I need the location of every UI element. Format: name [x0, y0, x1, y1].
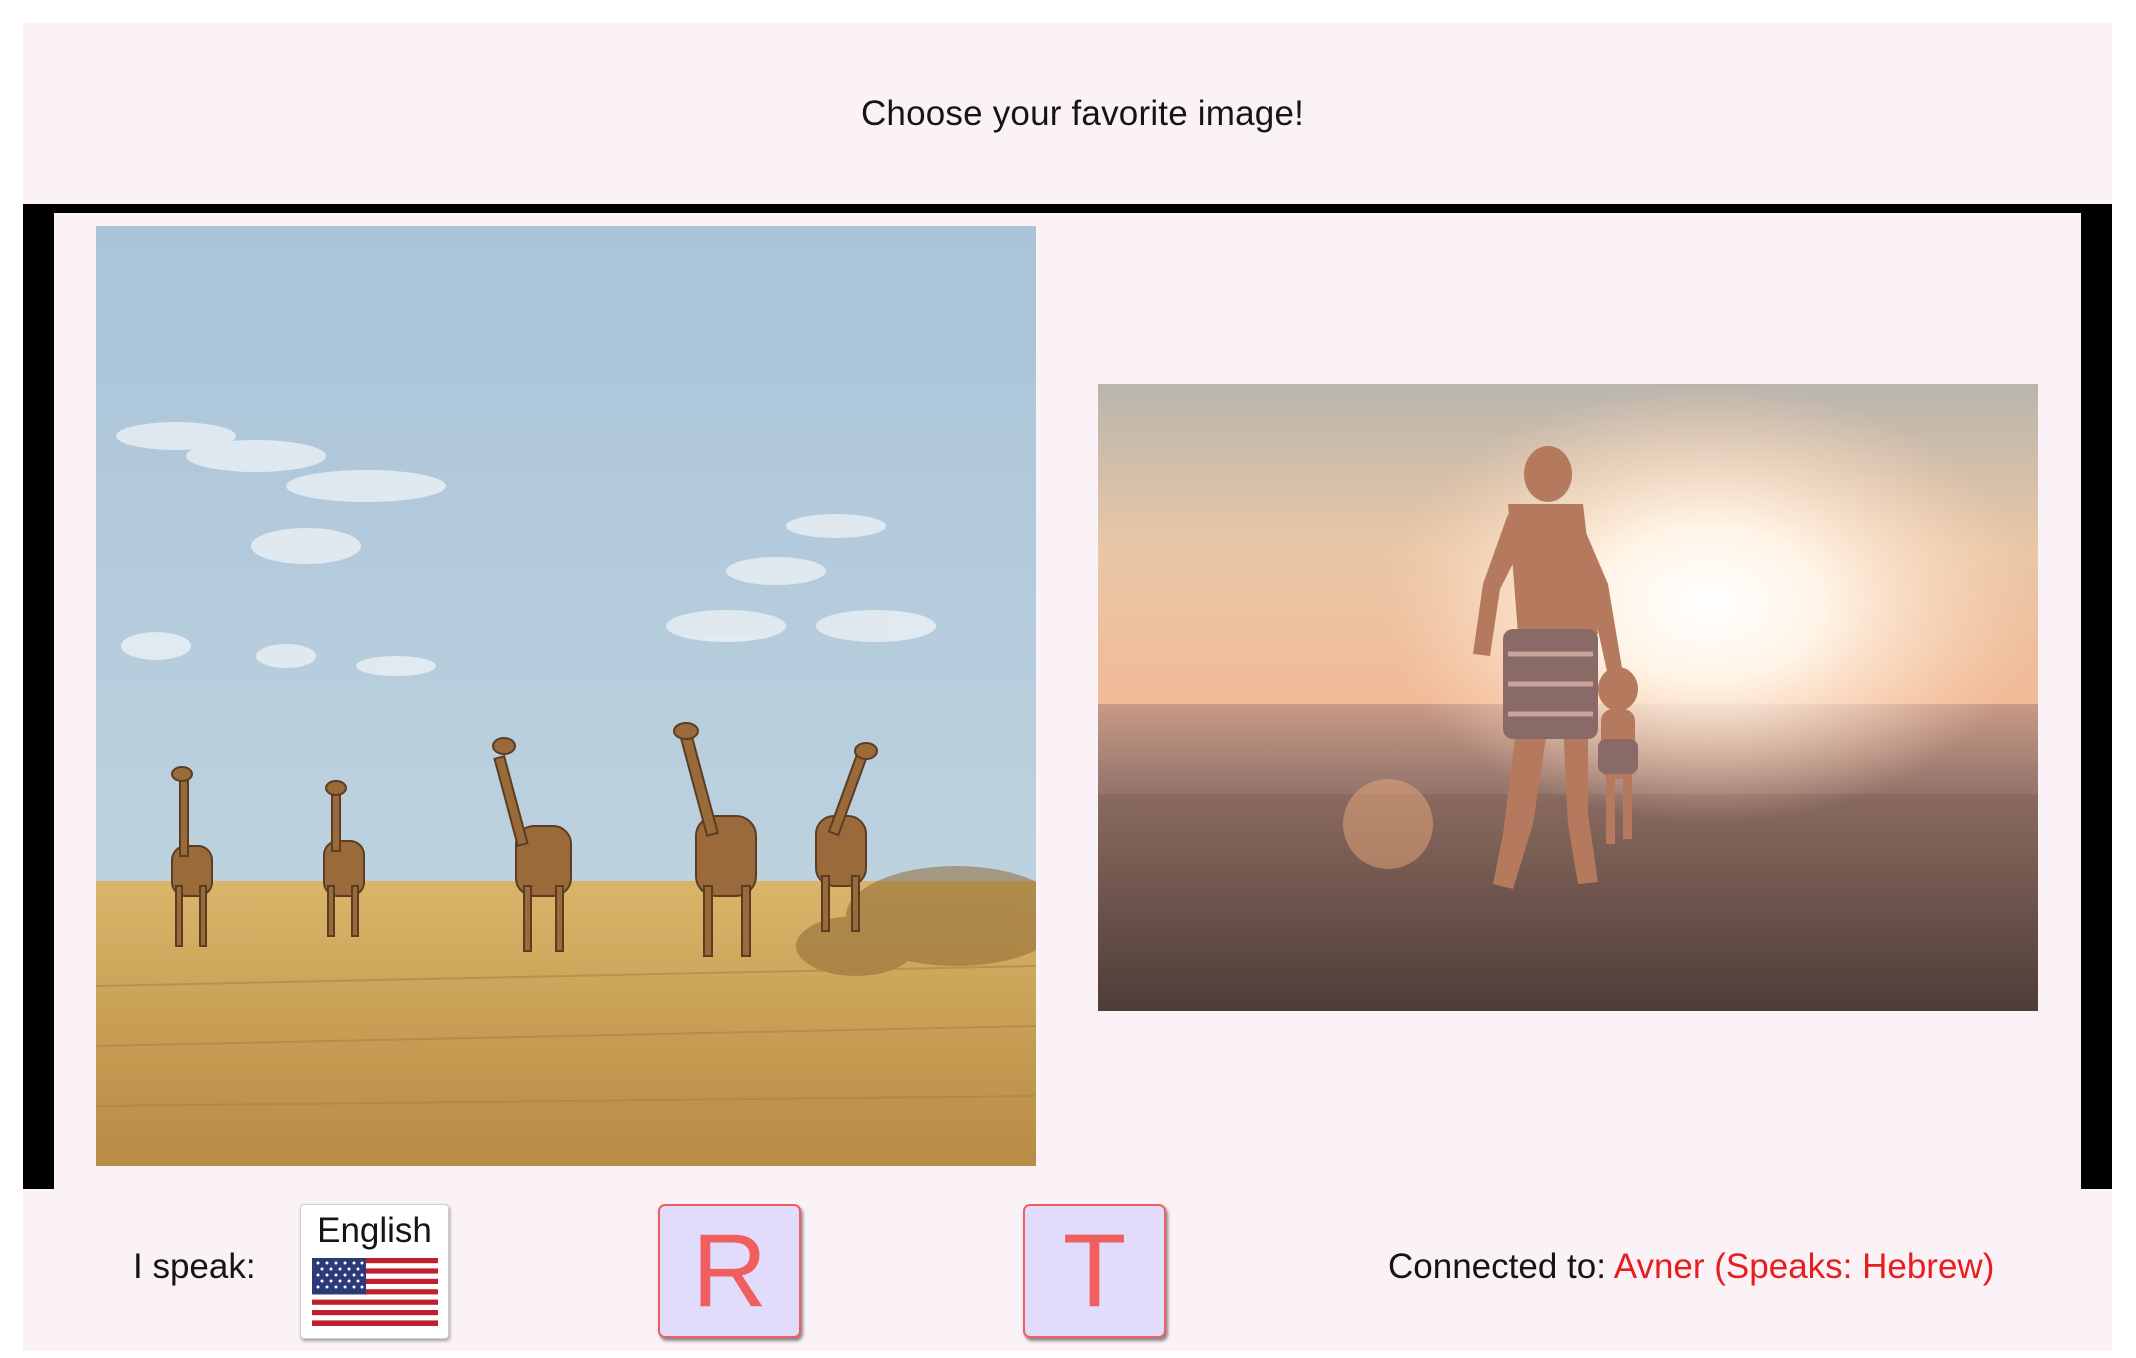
connection-status: Connected to: Avner (Speaks: Hebrew) — [1388, 1247, 1994, 1287]
us-flag-icon — [312, 1258, 438, 1326]
image-option-giraffes[interactable] — [96, 226, 1036, 1166]
language-name: English — [317, 1211, 432, 1250]
connected-label: Connected to: — [1388, 1247, 1606, 1286]
page-title: Choose your favorite image! — [860, 93, 1305, 133]
connected-peer: Avner (Speaks: Hebrew) — [1613, 1247, 1995, 1286]
header: Choose your favorite image! — [23, 23, 2112, 204]
image-stage — [54, 213, 2081, 1189]
r-button[interactable]: R — [658, 1204, 801, 1338]
image-frame — [23, 204, 2112, 1189]
page: Choose your favorite image! I speak: Eng… — [0, 0, 2136, 1358]
giraffes-photo — [96, 226, 1036, 1166]
speak-label: I speak: — [133, 1247, 256, 1286]
t-button[interactable]: T — [1023, 1204, 1166, 1338]
language-button[interactable]: English — [300, 1204, 449, 1339]
beach-photo — [1098, 384, 2038, 1011]
image-option-beach[interactable] — [1098, 384, 2038, 1011]
footer: I speak: English R T Connected to: Avner… — [23, 1189, 2112, 1351]
